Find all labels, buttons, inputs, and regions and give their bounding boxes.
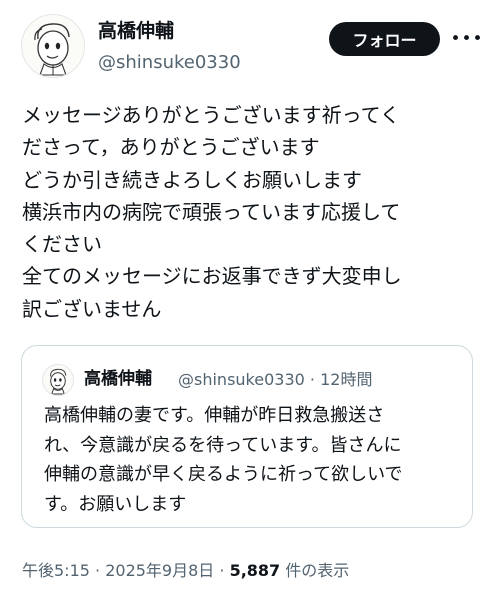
quoted-meta: @shinsuke0330 · 12時間 — [178, 369, 372, 391]
footer-separator: · — [89, 561, 106, 580]
quoted-tweet-text: 高橋伸輔の妻です。伸輔が昨日救急搬送さ れ、今意識が戻るを待っています。皆さんに… — [44, 405, 403, 515]
author-name[interactable]: 高橋伸輔 — [98, 18, 174, 44]
author-avatar[interactable] — [21, 14, 85, 78]
quoted-author-name: 高橋伸輔 — [84, 369, 152, 389]
more-options-icon[interactable]: ••• — [450, 26, 484, 52]
quoted-author-avatar — [42, 364, 74, 396]
meta-separator: · — [309, 370, 315, 389]
follow-button[interactable]: フォロー — [329, 22, 440, 56]
quoted-author-handle: @shinsuke0330 — [178, 370, 305, 389]
cartoon-face-avatar-icon — [50, 368, 67, 395]
footer-separator: · — [214, 561, 230, 580]
quoted-tweet[interactable]: 高橋伸輔 @shinsuke0330 · 12時間 高橋伸輔の妻です。伸輔が昨日… — [21, 345, 473, 528]
quoted-time[interactable]: 12時間 — [320, 370, 372, 389]
view-count: 5,887 — [229, 561, 281, 580]
author-handle[interactable]: @shinsuke0330 — [98, 51, 241, 75]
tweet-date[interactable]: 2025年9月8日 — [105, 561, 214, 580]
cartoon-face-avatar-icon — [34, 23, 70, 76]
tweet-text: メッセージありがとうございます祈ってく ださって，ありがとうございます どうか引… — [22, 103, 402, 321]
tweet-footer: 午後5:15 · 2025年9月8日 · 5,887 件の表示 — [22, 560, 349, 582]
tweet-time[interactable]: 午後5:15 — [22, 561, 90, 580]
view-count-label: 件の表示 — [280, 561, 350, 580]
